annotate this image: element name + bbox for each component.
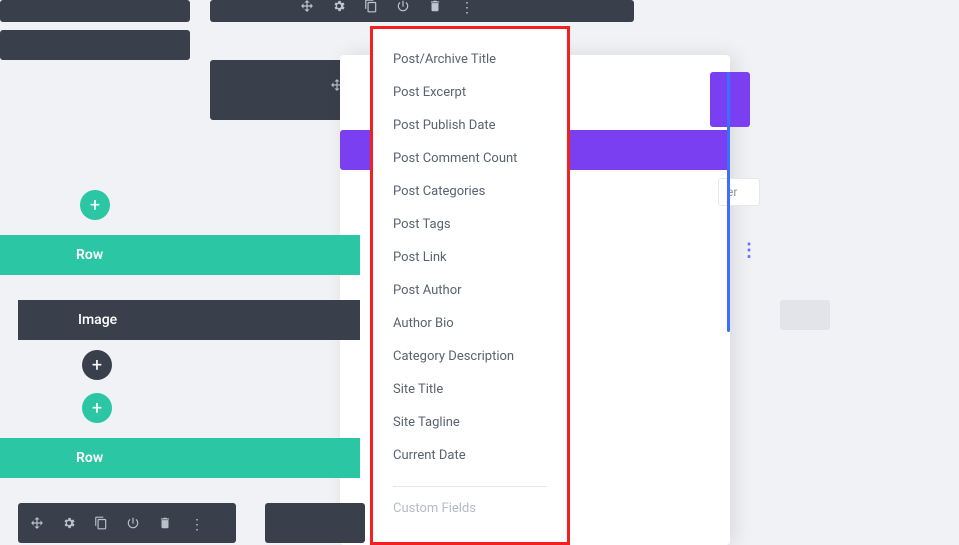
plus-icon: + <box>92 398 102 419</box>
module-label: Image <box>78 312 117 328</box>
duplicate-icon[interactable] <box>94 516 108 534</box>
dropdown-section-custom-fields: Custom Fields <box>373 497 567 520</box>
dropdown-item-post-categories[interactable]: Post Categories <box>373 175 567 208</box>
dropdown-item-site-title[interactable]: Site Title <box>373 373 567 406</box>
builder-canvas: ⋮ er ⋮ Post/Archive Title Post Excerpt P… <box>0 0 959 545</box>
option-text: er <box>719 179 759 205</box>
more-icon[interactable]: ⋮ <box>460 0 474 16</box>
image-module[interactable]: Image <box>18 300 360 340</box>
move-icon[interactable] <box>30 516 44 534</box>
module-block[interactable] <box>780 300 830 330</box>
duplicate-icon[interactable] <box>364 0 378 17</box>
dropdown-item-post-tags[interactable]: Post Tags <box>373 208 567 241</box>
module-toolbar-top: ⋮ <box>300 0 474 17</box>
dropdown-item-post-author[interactable]: Post Author <box>373 274 567 307</box>
panel-header[interactable] <box>710 72 750 127</box>
module-toolbar-bottom: ⋮ <box>30 516 204 534</box>
gear-icon[interactable] <box>62 516 76 534</box>
dynamic-content-dropdown: Post/Archive Title Post Excerpt Post Pub… <box>370 26 570 545</box>
gear-icon[interactable] <box>332 0 346 17</box>
plus-icon: + <box>90 195 100 216</box>
add-module-button[interactable]: + <box>82 350 112 380</box>
more-icon[interactable]: ⋮ <box>190 517 204 533</box>
row-label: Row <box>76 247 103 263</box>
dropdown-item-post-comment-count[interactable]: Post Comment Count <box>373 142 567 175</box>
dropdown-item-post-publish-date[interactable]: Post Publish Date <box>373 109 567 142</box>
row-label: Row <box>76 450 103 466</box>
dropdown-item-post-archive-title[interactable]: Post/Archive Title <box>373 43 567 76</box>
dropdown-item-site-tagline[interactable]: Site Tagline <box>373 406 567 439</box>
module-block[interactable] <box>0 0 190 22</box>
dropdown-divider <box>393 486 547 487</box>
module-block[interactable] <box>265 503 365 543</box>
row-block[interactable]: Row <box>0 235 360 275</box>
trash-icon[interactable] <box>158 516 172 534</box>
add-section-button[interactable]: + <box>82 393 112 423</box>
move-icon[interactable] <box>300 0 314 17</box>
dropdown-item-author-bio[interactable]: Author Bio <box>373 307 567 340</box>
add-section-button[interactable]: + <box>80 190 110 220</box>
dropdown-item-current-date[interactable]: Current Date <box>373 439 567 472</box>
dropdown-item-category-description[interactable]: Category Description <box>373 340 567 373</box>
power-icon[interactable] <box>396 0 410 17</box>
plus-icon: + <box>92 355 102 376</box>
panel-scrollbar[interactable] <box>727 72 730 332</box>
power-icon[interactable] <box>126 516 140 534</box>
trash-icon[interactable] <box>428 0 442 17</box>
option-panel[interactable]: er <box>718 178 760 206</box>
module-block[interactable] <box>0 30 190 60</box>
dropdown-item-post-excerpt[interactable]: Post Excerpt <box>373 76 567 109</box>
row-block[interactable]: Row <box>0 438 360 478</box>
more-icon[interactable]: ⋮ <box>740 240 758 261</box>
dropdown-item-post-link[interactable]: Post Link <box>373 241 567 274</box>
